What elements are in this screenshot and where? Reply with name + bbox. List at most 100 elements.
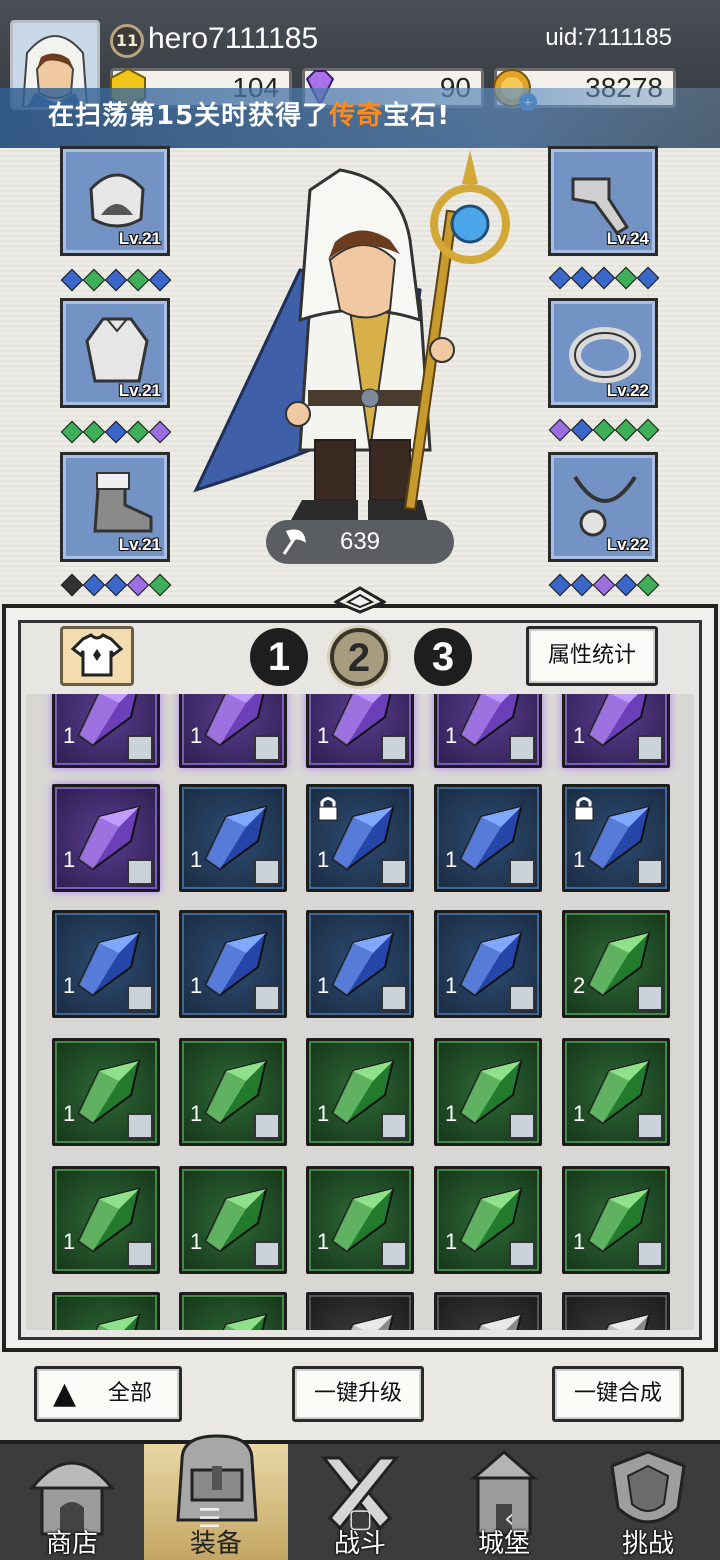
gem-count: 1 [63, 723, 76, 748]
green-socket-gem-icon [126, 420, 150, 444]
player-level-badge: 11 [110, 24, 144, 58]
purple-gem-slot[interactable]: 1 [306, 694, 414, 768]
green-gem-slot[interactable] [52, 1292, 160, 1330]
purple-gem-slot[interactable]: 1 [434, 694, 542, 768]
player-name: hero7111185 [148, 22, 319, 55]
green-gem-slot[interactable]: 1 [179, 1166, 287, 1274]
equip-slot-ring[interactable]: Lv.22 [548, 298, 658, 408]
gray-gem-slot[interactable] [434, 1292, 542, 1330]
nav-battle[interactable]: 战斗 [288, 1444, 432, 1560]
nav-castle[interactable]: 城堡 [432, 1444, 576, 1560]
robe-type-icon [509, 1113, 535, 1139]
green-gem-slot[interactable]: 1 [52, 1038, 160, 1146]
boot-icon [93, 472, 153, 533]
gem-grid[interactable]: 1 1 1 1 1 1 1 1 1 1 1 1 1 1 2 1 1 1 1 1 1 1 1 1 1 [26, 694, 694, 1330]
equip-slot-robe[interactable]: Lv.21 [60, 298, 170, 408]
blue-gem-slot[interactable]: 1 [306, 910, 414, 1018]
staff-type-icon [127, 735, 153, 761]
green-gem-slot[interactable]: 2 [562, 910, 670, 1018]
necklace-type-icon [509, 985, 535, 1011]
blue-socket-gem-icon [82, 573, 106, 597]
equip-slot-boots[interactable]: Lv.21 [60, 452, 170, 562]
green-socket-gem-icon [82, 268, 106, 292]
purple-gem-slot[interactable]: 1 [179, 694, 287, 768]
page-tab-1[interactable]: 1 [250, 628, 308, 686]
equipment-filter-button[interactable] [60, 626, 134, 686]
ring-sockets [548, 418, 660, 442]
green-gem-slot[interactable]: 1 [179, 1038, 287, 1146]
green-gem-slot[interactable]: 1 [562, 1166, 670, 1274]
pipe-icon [571, 177, 630, 235]
green-gem-icon [95, 1313, 141, 1330]
blue-gem-slot[interactable]: 1 [434, 784, 542, 892]
hood-sockets [60, 268, 172, 292]
purple-socket-gem-icon [148, 420, 172, 444]
blue-gem-slot[interactable]: 1 [179, 784, 287, 892]
page-tab-3[interactable]: 3 [414, 628, 472, 686]
equip-slot-hood[interactable]: Lv.21 [60, 146, 170, 256]
attribute-stats-button[interactable]: 属性统计 [526, 626, 658, 686]
gray-gem-slot[interactable] [562, 1292, 670, 1330]
shirt-icon [70, 633, 124, 677]
loot-notification-banner: 在扫荡第15关时获得了传奇宝石! [0, 88, 720, 148]
nav-equipment[interactable]: 装备 [144, 1434, 288, 1560]
blue-socket-gem-icon [570, 418, 594, 442]
green-gem-slot[interactable] [179, 1292, 287, 1330]
purple-socket-gem-icon [126, 573, 150, 597]
gem-count: 1 [573, 723, 586, 748]
gem-count: 1 [445, 723, 458, 748]
boot-type-icon [509, 859, 535, 885]
filter-all-label: 全部 [107, 1381, 152, 1406]
equip-slot-weapon[interactable]: Lv.24 [548, 146, 658, 256]
gray-gem-slot[interactable] [306, 1292, 414, 1330]
blue-socket-gem-icon [104, 573, 128, 597]
hood-type-icon [381, 735, 407, 761]
staff-type-icon [637, 859, 663, 885]
system-back-icon[interactable]: ‹ [504, 1504, 514, 1534]
blue-socket-gem-icon [104, 268, 128, 292]
hood-type-icon [254, 735, 280, 761]
blue-socket-gem-icon [548, 573, 572, 597]
gem-count: 1 [190, 973, 203, 998]
purple-gem-slot[interactable]: 1 [52, 784, 160, 892]
system-home-icon[interactable]: ▢ [348, 1504, 373, 1534]
system-menu-icon[interactable]: ☰ [198, 1504, 221, 1534]
staff-type-icon [254, 985, 280, 1011]
gem-count: 1 [317, 1229, 330, 1254]
necklace-icon [573, 475, 637, 537]
blue-gem-slot[interactable]: 1 [562, 784, 670, 892]
green-gem-slot[interactable]: 1 [306, 1038, 414, 1146]
blue-socket-gem-icon [548, 266, 572, 290]
green-gem-slot[interactable]: 1 [562, 1038, 670, 1146]
equip-slot-necklace[interactable]: Lv.22 [548, 452, 658, 562]
upgrade-all-button[interactable]: 一键升级 [292, 1366, 424, 1422]
panel-notch-icon [334, 586, 386, 614]
slot-level: Lv.22 [606, 381, 649, 400]
blue-socket-gem-icon [104, 420, 128, 444]
blue-gem-slot[interactable]: 1 [52, 910, 160, 1018]
gem-count: 1 [63, 1101, 76, 1126]
page-tab-2[interactable]: 2 [330, 628, 388, 686]
green-gem-slot[interactable]: 1 [434, 1166, 542, 1274]
purple-gem-slot[interactable]: 1 [562, 694, 670, 768]
purple-gem-slot[interactable]: 1 [52, 694, 160, 768]
slot-level: Lv.22 [606, 535, 649, 554]
nav-challenge[interactable]: 挑战 [576, 1444, 720, 1560]
nav-shop[interactable]: 商店 [0, 1444, 144, 1560]
blue-gem-slot[interactable]: 1 [306, 784, 414, 892]
necklace-type-icon [509, 735, 535, 761]
gem-count: 1 [63, 1229, 76, 1254]
merge-all-button[interactable]: 一键合成 [552, 1366, 684, 1422]
slot-level: Lv.21 [118, 381, 161, 400]
blue-gem-slot[interactable]: 1 [179, 910, 287, 1018]
green-gem-slot[interactable]: 1 [52, 1166, 160, 1274]
hero-character-icon [193, 150, 510, 522]
green-socket-gem-icon [614, 418, 638, 442]
green-socket-gem-icon [60, 420, 84, 444]
blue-gem-slot[interactable]: 1 [434, 910, 542, 1018]
green-socket-gem-icon [592, 418, 616, 442]
filter-all-button[interactable]: ▲ 全部 [34, 1366, 182, 1422]
hood-icon [89, 173, 145, 228]
green-gem-slot[interactable]: 1 [306, 1166, 414, 1274]
green-gem-slot[interactable]: 1 [434, 1038, 542, 1146]
